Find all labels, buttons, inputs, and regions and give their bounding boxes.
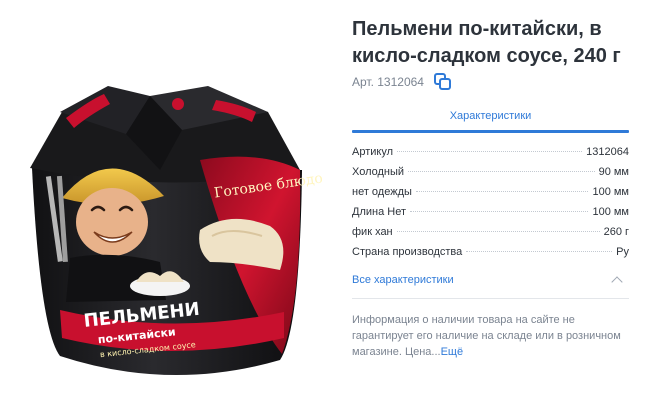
spec-value: 260 г xyxy=(603,226,629,238)
brand-logo-shape xyxy=(172,98,184,110)
spec-value: 1312064 xyxy=(586,146,629,158)
article-number: Арт. 1312064 xyxy=(352,75,424,89)
spec-dots xyxy=(396,231,600,232)
tab-active-indicator xyxy=(352,130,629,133)
spec-row: Холодный 90 мм xyxy=(352,166,629,186)
spec-value: Ру xyxy=(616,246,629,258)
all-characteristics-link[interactable]: Все характеристики xyxy=(352,270,629,290)
face-shape xyxy=(76,188,148,256)
spec-row: Страна производства Ру xyxy=(352,246,629,266)
spec-row: Длина Нет 100 мм xyxy=(352,206,629,226)
chevron-up-icon[interactable] xyxy=(611,276,623,288)
article-row: Арт. 1312064 xyxy=(352,72,453,92)
spec-label: Длина Нет xyxy=(352,206,406,218)
product-title: Пельмени по-китайски, в кисло-сладком со… xyxy=(352,18,621,67)
spec-label: Холодный xyxy=(352,166,405,178)
all-characteristics-label: Все характеристики xyxy=(352,274,454,286)
more-link[interactable]: Ещё xyxy=(441,346,464,358)
spec-dots xyxy=(397,151,583,152)
product-image[interactable]: Готовое блюдо ПЕЛЬМЕНИ по-китайски в кис… xyxy=(0,0,330,397)
specs-list: Артикул 1312064 Холодный 90 мм нет одежды 100… xyxy=(352,146,629,266)
spec-row: фик хан 260 г xyxy=(352,226,629,246)
spec-label: фик хан xyxy=(352,226,393,238)
copy-icon[interactable] xyxy=(433,72,453,92)
spec-dots xyxy=(408,171,595,172)
spec-label: Страна производства xyxy=(352,246,463,258)
spec-dots xyxy=(410,211,589,212)
availability-notice-text: Информация о наличии товара на сайте не … xyxy=(352,314,621,358)
divider xyxy=(352,298,629,299)
spec-label: нет одежды xyxy=(352,186,412,198)
spec-label: Артикул xyxy=(352,146,394,158)
availability-notice: Информация о наличии товара на сайте не … xyxy=(352,312,632,360)
spec-dots xyxy=(466,251,613,252)
spec-value: 90 мм xyxy=(598,166,629,178)
spec-row: нет одежды 100 мм xyxy=(352,186,629,206)
spec-value: 100 мм xyxy=(592,186,629,198)
spec-row: Артикул 1312064 xyxy=(352,146,629,166)
spec-value: 100 мм xyxy=(592,206,629,218)
spec-dots xyxy=(415,191,589,192)
